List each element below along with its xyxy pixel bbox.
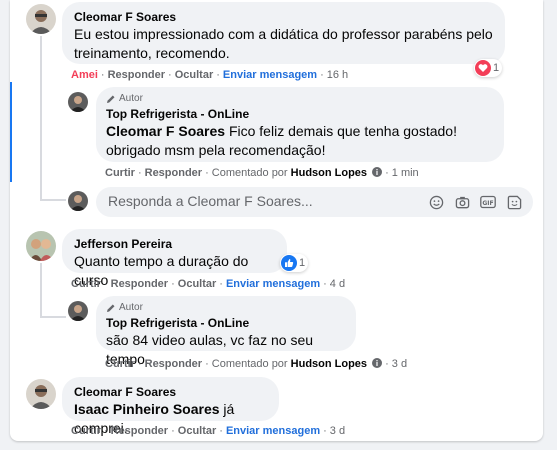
emoji-icon[interactable] xyxy=(427,193,445,211)
comment-actions: Curtir · Responder · Ocultar · Enviar mensagem… xyxy=(71,425,346,437)
love-reaction-button[interactable]: Amei xyxy=(71,69,98,81)
reply-actions: Curtir · Responder · Comentado por Hudson Lo… xyxy=(105,167,419,179)
mention-link[interactable]: Cleomar F Soares xyxy=(106,123,225,139)
send-message-button[interactable]: Enviar mensagem xyxy=(223,69,317,81)
reaction-count: 1 xyxy=(493,62,500,74)
like-button[interactable]: Curtir xyxy=(105,358,135,370)
reply-button[interactable]: Responder xyxy=(108,69,165,81)
avatar xyxy=(68,191,88,211)
gif-icon[interactable]: GIF xyxy=(479,193,497,211)
comment-author[interactable]: Cleomar F Soares xyxy=(74,384,267,400)
avatar-image xyxy=(68,301,88,321)
pencil-icon xyxy=(107,95,115,103)
avatar[interactable] xyxy=(26,4,56,34)
comment-bubble: Cleomar F Soares Eu estou impressionado … xyxy=(62,2,505,64)
avatar-image xyxy=(68,191,88,211)
thread-line xyxy=(40,36,42,201)
reply-bubble: Autor Top Refrigerista - OnLine são 84 v… xyxy=(96,296,356,367)
mention-link[interactable]: Isaac Pinheiro Soares xyxy=(74,401,220,417)
commented-by-prefix: Comentado por xyxy=(211,358,288,370)
reply-input[interactable] xyxy=(108,193,418,209)
reply-button[interactable]: Responder xyxy=(111,278,168,290)
reply-input-box: GIF xyxy=(96,187,533,217)
author-badge: Autor xyxy=(106,92,494,106)
thread-line xyxy=(40,199,66,201)
avatar-image xyxy=(68,92,88,112)
avatar-image xyxy=(26,231,56,261)
author-badge-label: Autor xyxy=(119,302,143,313)
comment-actions: Curtir · Responder · Ocultar · Enviar mensagem… xyxy=(71,278,346,290)
commented-by-prefix: Comentado por xyxy=(211,167,288,179)
like-button[interactable]: Curtir xyxy=(71,425,101,437)
reply-author[interactable]: Top Refrigerista - OnLine xyxy=(106,315,346,331)
reply-actions: Curtir · Responder · Comentado por Hudson Lo… xyxy=(105,358,408,370)
comments-panel: Cleomar F Soares Eu estou impressionado … xyxy=(10,0,543,441)
avatar[interactable] xyxy=(68,301,88,321)
camera-icon[interactable] xyxy=(453,193,471,211)
timestamp[interactable]: 3 d xyxy=(392,358,407,370)
reply-bubble: Autor Top Refrigerista - OnLine Cleomar … xyxy=(96,87,504,162)
reply-button[interactable]: Responder xyxy=(145,358,202,370)
reply-button[interactable]: Responder xyxy=(111,425,168,437)
comment-actions: Amei · Responder · Ocultar · Enviar mensagem · 1… xyxy=(71,69,349,81)
comment-text: Eu estou impressionado com a didática do… xyxy=(74,26,493,61)
reply-text: Cleomar F Soares Fico feliz demais que t… xyxy=(106,122,494,160)
reaction-badge[interactable]: 1 xyxy=(280,254,309,272)
thread-line xyxy=(40,316,66,318)
like-button[interactable]: Curtir xyxy=(71,278,101,290)
thread-line xyxy=(40,263,42,318)
author-badge-label: Autor xyxy=(119,93,143,104)
author-badge: Autor xyxy=(106,301,346,315)
timestamp[interactable]: 4 d xyxy=(330,278,345,290)
info-icon[interactable] xyxy=(372,167,383,177)
comment-author[interactable]: Cleomar F Soares xyxy=(74,9,493,25)
comment-author[interactable]: Jefferson Pereira xyxy=(74,236,275,252)
avatar-image xyxy=(26,4,56,34)
avatar[interactable] xyxy=(26,379,56,409)
avatar[interactable] xyxy=(26,231,56,261)
heart-icon xyxy=(475,60,491,76)
hide-button[interactable]: Ocultar xyxy=(178,278,217,290)
avatar-image xyxy=(26,379,56,409)
avatar[interactable] xyxy=(68,92,88,112)
comment-bubble: Cleomar F Soares Isaac Pinheiro Soares j… xyxy=(62,377,279,436)
send-message-button[interactable]: Enviar mensagem xyxy=(226,278,320,290)
timestamp[interactable]: 16 h xyxy=(327,69,348,81)
svg-text:GIF: GIF xyxy=(482,200,493,207)
reaction-count: 1 xyxy=(299,257,306,269)
timestamp[interactable]: 3 d xyxy=(330,425,345,437)
pencil-icon xyxy=(107,304,115,312)
reply-button[interactable]: Responder xyxy=(145,167,202,179)
thread-highlight-bar xyxy=(10,82,12,182)
reply-author[interactable]: Top Refrigerista - OnLine xyxy=(106,106,494,122)
commented-by-name[interactable]: Hudson Lopes xyxy=(291,358,367,370)
hide-button[interactable]: Ocultar xyxy=(175,69,214,81)
comment-bubble: Jefferson Pereira Quanto tempo a duração… xyxy=(62,229,287,288)
sticker-icon[interactable] xyxy=(505,193,523,211)
info-icon[interactable] xyxy=(372,358,383,368)
commented-by-name[interactable]: Hudson Lopes xyxy=(291,167,367,179)
hide-button[interactable]: Ocultar xyxy=(178,425,217,437)
send-message-button[interactable]: Enviar mensagem xyxy=(226,425,320,437)
timestamp[interactable]: 1 min xyxy=(392,167,419,179)
reaction-badge[interactable]: 1 xyxy=(474,59,503,77)
like-button[interactable]: Curtir xyxy=(105,167,135,179)
thumbs-up-icon xyxy=(281,255,297,271)
